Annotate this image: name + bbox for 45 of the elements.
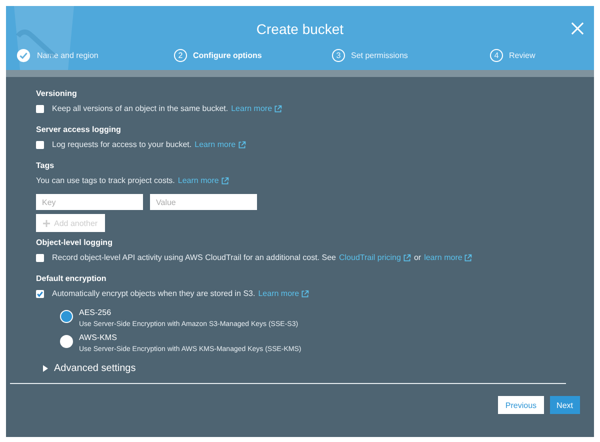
learn-link[interactable]: Learn more	[258, 289, 300, 298]
section-heading: Default encryption	[36, 274, 108, 283]
learn-link[interactable]: Learn more	[178, 176, 219, 185]
section-heading: Object-level logging	[36, 238, 114, 247]
description-text: You can use tags to track project costs.	[36, 176, 175, 185]
external-link-icon	[464, 254, 472, 262]
close-icon[interactable]	[571, 22, 584, 35]
next-button[interactable]: Next	[550, 396, 580, 414]
external-link-icon	[402, 254, 411, 262]
description-text: Automatically encrypt objects when they are stored in S3.	[52, 289, 256, 298]
wizard-step[interactable]: 3 Set permissions	[332, 48, 490, 63]
description-text: or	[414, 253, 422, 262]
learn-link[interactable]: learn more	[424, 253, 462, 262]
check-icon	[16, 48, 31, 63]
previous-button[interactable]: Previous	[498, 396, 544, 414]
learn-link[interactable]: CloudTrail pricing	[339, 253, 401, 262]
section-heading: Tags	[36, 161, 56, 170]
checkbox[interactable]	[36, 104, 44, 112]
wizard-step[interactable]: 2 Configure options	[174, 48, 332, 63]
window-title: Create bucket	[255, 20, 345, 37]
option-label: AES-256	[79, 308, 112, 317]
checkbox[interactable]	[36, 254, 44, 262]
advanced-settings-toggle[interactable]: Advanced settings	[43, 363, 580, 374]
checkbox[interactable]	[36, 140, 44, 148]
key-field[interactable]: Key	[36, 194, 143, 210]
description-text: Log requests for access to your bucket.	[52, 140, 192, 149]
wizard-step[interactable]: 4 Review	[490, 48, 536, 63]
external-link-icon	[274, 104, 282, 112]
caret-icon	[43, 365, 48, 372]
radio-button[interactable]	[60, 335, 73, 348]
section-heading: Versioning	[36, 89, 78, 98]
option-label: AWS-KMS	[79, 333, 118, 342]
description-text: Record object-level API activity using AWS CloudTrail for an additional cost. See	[52, 253, 336, 262]
external-link-icon	[301, 290, 310, 298]
value-field[interactable]: Value	[150, 194, 257, 210]
section-heading: Server access logging	[36, 125, 122, 134]
plus-icon	[43, 220, 50, 226]
description-text: Keep all versions of an object in the same bucket.	[52, 104, 228, 113]
external-link-icon	[220, 176, 229, 184]
learn-link[interactable]: Learn more	[194, 140, 236, 149]
learn-link[interactable]: Learn more	[231, 104, 272, 113]
checkbox[interactable]	[36, 290, 44, 298]
radio-button[interactable]	[60, 310, 73, 323]
wizard-step[interactable]: Name and region	[16, 48, 174, 63]
external-link-icon	[238, 140, 246, 148]
